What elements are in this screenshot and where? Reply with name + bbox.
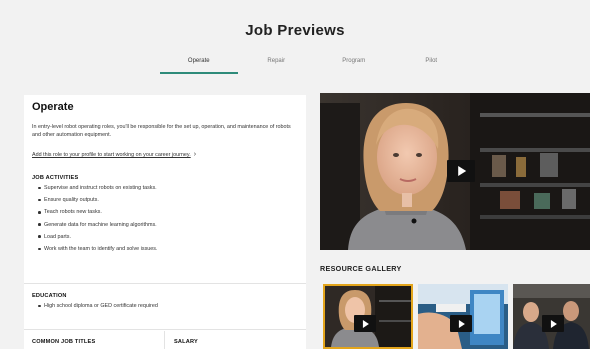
list-item: Work with the team to identify and solve… — [32, 245, 298, 257]
tab-program[interactable]: Program — [315, 56, 393, 74]
titles-salary-row: COMMON JOB TITLES SALARY — [24, 331, 306, 349]
list-item: Ensure quality outputs. — [32, 196, 298, 208]
job-activities-list: Supervise and instruct robots on existin… — [32, 184, 298, 257]
chevron-right-icon: › — [193, 151, 197, 158]
education-heading: EDUCATION — [32, 293, 67, 299]
play-icon[interactable] — [447, 160, 475, 182]
play-icon[interactable] — [354, 315, 376, 332]
add-role-link-text[interactable]: Add this role to your profile to start w… — [32, 152, 191, 158]
job-activities-section: JOB ACTIVITIES Supervise and instruct ro… — [32, 175, 298, 257]
add-role-link[interactable]: Add this role to your profile to start w… — [32, 151, 298, 158]
tab-bar: Operate Repair Program Pilot — [160, 56, 470, 74]
list-item: Load parts. — [32, 233, 298, 245]
play-icon[interactable] — [450, 315, 472, 332]
section-divider — [24, 329, 306, 330]
common-job-titles-heading: COMMON JOB TITLES — [32, 339, 96, 345]
section-divider — [24, 283, 306, 284]
tab-pilot[interactable]: Pilot — [393, 56, 471, 74]
column-divider — [164, 331, 165, 349]
job-description: In entry-level robot operating roles, yo… — [32, 124, 291, 138]
list-item: Teach robots new tasks. — [32, 208, 298, 220]
job-activities-heading: JOB ACTIVITIES — [32, 175, 79, 181]
tab-operate[interactable]: Operate — [160, 56, 238, 74]
list-item: Generate data for machine learning algor… — [32, 221, 298, 233]
education-text: High school diploma or GED certificate r… — [32, 302, 298, 310]
job-title: Operate — [32, 101, 74, 113]
play-icon[interactable] — [542, 315, 564, 332]
page-title: Job Previews — [245, 22, 345, 39]
tab-repair[interactable]: Repair — [238, 56, 316, 74]
salary-heading: SALARY — [174, 339, 198, 345]
list-item: Supervise and instruct robots on existin… — [32, 184, 298, 196]
education-section: EDUCATION High school diploma or GED cer… — [32, 293, 298, 310]
resource-gallery-heading: RESOURCE GALLERY — [320, 264, 402, 273]
job-details-panel: Operate In entry-level robot operating r… — [24, 95, 306, 349]
